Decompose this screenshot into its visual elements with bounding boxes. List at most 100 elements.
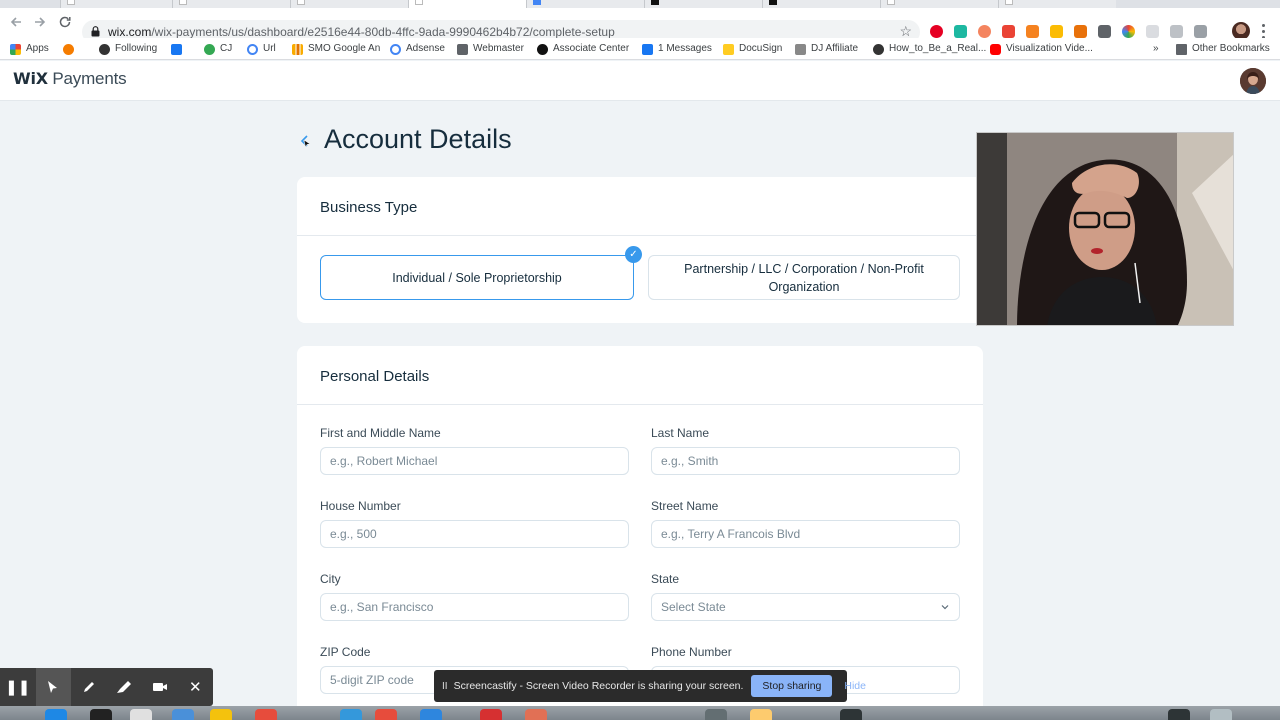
dj-icon bbox=[795, 43, 806, 55]
app-icon[interactable] bbox=[130, 709, 152, 720]
extension-icon[interactable] bbox=[1002, 25, 1015, 38]
business-option-label: Partnership / LLC / Corporation / Non-Pr… bbox=[684, 261, 924, 294]
other-bookmarks-folder[interactable]: Other Bookmarks bbox=[1176, 42, 1270, 56]
wix-header: WiX Payments bbox=[0, 61, 1280, 101]
browser-tab[interactable] bbox=[644, 0, 762, 8]
business-option-individual[interactable]: Individual / Sole Proprietorship bbox=[320, 255, 634, 300]
app-icon[interactable] bbox=[340, 709, 362, 720]
hide-button[interactable]: Hide bbox=[844, 680, 866, 692]
close-icon[interactable]: ✕ bbox=[178, 668, 214, 706]
extension-icon[interactable] bbox=[954, 25, 967, 38]
bookmark-item[interactable]: How_to_Be_a_Real... bbox=[873, 42, 986, 56]
check-icon: ✓ bbox=[625, 246, 642, 263]
state-label: State bbox=[651, 572, 680, 586]
camera-icon[interactable] bbox=[142, 668, 178, 706]
city-input[interactable] bbox=[320, 593, 629, 621]
pause-glyph: II bbox=[442, 680, 448, 692]
app-icon[interactable] bbox=[90, 709, 112, 720]
extension-icon[interactable] bbox=[978, 25, 991, 38]
docusign-icon bbox=[723, 43, 734, 55]
bookmark-item[interactable]: Adsense bbox=[390, 42, 445, 56]
app-icon[interactable] bbox=[420, 709, 442, 720]
street-name-label: Street Name bbox=[651, 499, 719, 513]
bookmark-item[interactable]: SMO Google An bbox=[292, 42, 380, 56]
browser-tab[interactable] bbox=[762, 0, 880, 8]
bookmark-item[interactable] bbox=[171, 42, 182, 56]
bookmark-item[interactable]: Following bbox=[99, 42, 157, 56]
extension-icon[interactable] bbox=[1194, 25, 1207, 38]
business-type-title: Business Type bbox=[320, 199, 418, 216]
app-icon[interactable] bbox=[172, 709, 194, 720]
bookmark-item[interactable]: DJ Affiliate bbox=[795, 42, 858, 56]
phone-number-label: Phone Number bbox=[651, 645, 732, 659]
street-name-input[interactable] bbox=[651, 520, 960, 548]
business-option-partnership[interactable]: Partnership / LLC / Corporation / Non-Pr… bbox=[648, 255, 960, 300]
folder-icon bbox=[1176, 43, 1187, 55]
first-middle-name-input[interactable] bbox=[320, 447, 629, 475]
extension-icon[interactable] bbox=[1098, 25, 1111, 38]
youtube-icon bbox=[990, 43, 1001, 55]
extension-icon[interactable] bbox=[1050, 25, 1063, 38]
pen-icon[interactable] bbox=[71, 668, 107, 706]
stop-sharing-button[interactable]: Stop sharing bbox=[751, 675, 833, 697]
browser-tab-active[interactable] bbox=[408, 0, 526, 8]
sharing-message: Screencastify - Screen Video Recorder is… bbox=[453, 680, 744, 692]
pause-icon[interactable]: ❚❚ bbox=[0, 668, 36, 706]
extension-icon[interactable] bbox=[1026, 25, 1039, 38]
cursor-icon[interactable] bbox=[35, 668, 71, 706]
extension-icon[interactable] bbox=[1146, 25, 1159, 38]
url-text[interactable]: wix.com/wix-payments/us/dashboard/e2516e… bbox=[108, 25, 615, 39]
app-icon[interactable] bbox=[525, 709, 547, 720]
app-icon[interactable] bbox=[1168, 709, 1190, 720]
app-icon[interactable] bbox=[840, 709, 862, 720]
bookmark-item[interactable]: Url bbox=[247, 42, 276, 56]
state-select[interactable]: Select State bbox=[651, 593, 960, 621]
extension-icon[interactable] bbox=[1074, 25, 1087, 38]
forward-nav-icon[interactable] bbox=[32, 15, 48, 31]
back-arrow-icon[interactable] bbox=[298, 134, 312, 148]
page-title: Account Details bbox=[324, 124, 512, 154]
user-avatar[interactable] bbox=[1240, 68, 1266, 94]
bookmark-apps[interactable]: Apps bbox=[10, 42, 49, 56]
last-name-input[interactable] bbox=[651, 447, 960, 475]
house-number-input[interactable] bbox=[320, 520, 629, 548]
reload-icon[interactable] bbox=[57, 15, 73, 31]
wix-payments-logo[interactable]: WiX Payments bbox=[13, 69, 127, 89]
bookmark-item[interactable]: CJ bbox=[204, 42, 232, 56]
browser-tab[interactable] bbox=[172, 0, 290, 8]
analytics-icon bbox=[292, 43, 303, 55]
bookmark-item[interactable]: DocuSign bbox=[723, 42, 782, 56]
bookmarks-overflow-button[interactable]: » bbox=[1153, 42, 1159, 56]
highlighter-icon[interactable] bbox=[107, 668, 143, 706]
business-option-label: Individual / Sole Proprietorship bbox=[392, 270, 562, 285]
back-nav-icon[interactable] bbox=[8, 15, 24, 31]
extension-icon[interactable] bbox=[1122, 25, 1135, 38]
globe-icon bbox=[873, 43, 884, 55]
app-icon[interactable] bbox=[255, 709, 277, 720]
finder-icon[interactable] bbox=[45, 709, 67, 720]
bookmark-item[interactable]: Visualization Vide... bbox=[990, 42, 1093, 56]
first-middle-name-label: First and Middle Name bbox=[320, 426, 441, 440]
trash-icon[interactable] bbox=[1210, 709, 1232, 720]
pinterest-extension-icon[interactable] bbox=[930, 25, 943, 38]
card-divider bbox=[297, 235, 983, 236]
apps-grid-icon bbox=[10, 43, 21, 55]
google-icon bbox=[247, 43, 258, 55]
app-icon[interactable] bbox=[210, 709, 232, 720]
lock-icon bbox=[91, 26, 100, 37]
browser-tab[interactable] bbox=[60, 0, 172, 8]
globe-icon bbox=[99, 43, 110, 55]
app-icon[interactable] bbox=[375, 709, 397, 720]
extension-icon[interactable] bbox=[1170, 25, 1183, 38]
bookmark-item[interactable]: Webmaster bbox=[457, 42, 524, 56]
bookmark-item[interactable]: Associate Center bbox=[537, 42, 629, 56]
browser-tab[interactable] bbox=[998, 0, 1116, 8]
browser-tab[interactable] bbox=[880, 0, 998, 8]
app-icon[interactable] bbox=[750, 709, 772, 720]
app-icon[interactable] bbox=[480, 709, 502, 720]
app-icon[interactable] bbox=[705, 709, 727, 720]
bookmark-item[interactable] bbox=[63, 42, 74, 56]
browser-tab[interactable] bbox=[526, 0, 644, 8]
browser-tab[interactable] bbox=[290, 0, 408, 8]
bookmark-item[interactable]: 1 Messages bbox=[642, 42, 712, 56]
